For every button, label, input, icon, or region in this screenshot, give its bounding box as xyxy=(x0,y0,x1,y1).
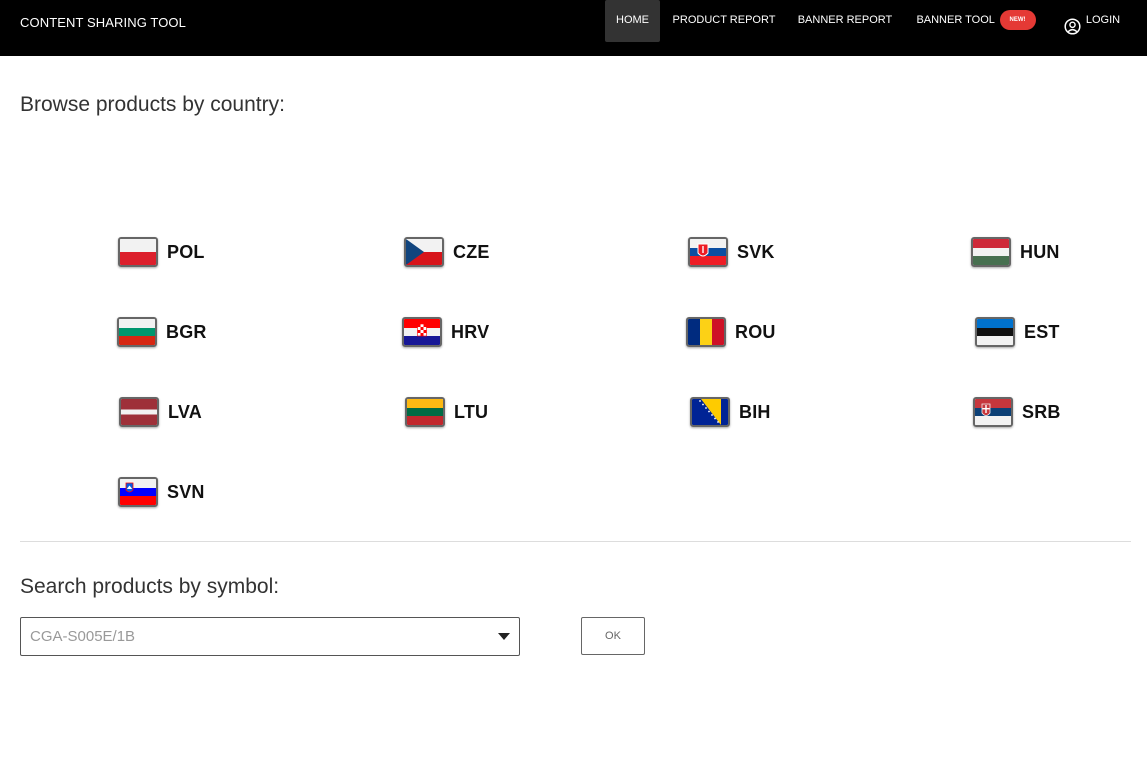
country-code: HUN xyxy=(1020,241,1060,262)
country-pol[interactable]: POL xyxy=(118,236,205,268)
slovakia-flag-icon xyxy=(688,237,728,267)
lithuania-flag-icon xyxy=(405,397,445,427)
slovenia-flag-icon xyxy=(118,477,158,507)
country-code: BGR xyxy=(166,321,207,342)
estonia-flag-icon xyxy=(975,317,1015,347)
nav-banner-tool[interactable]: BANNER TOOL NEW! xyxy=(914,0,1038,42)
czechia-flag-icon xyxy=(404,237,444,267)
symbol-select-value: CGA-S005E/1B xyxy=(30,628,136,645)
nav-banner-report[interactable]: BANNER REPORT xyxy=(795,0,895,42)
bosnia-flag-icon xyxy=(690,397,730,427)
latvia-flag-icon xyxy=(119,397,159,427)
nav-product-report[interactable]: PRODUCT REPORT xyxy=(670,0,778,42)
nav-banner-tool-label: BANNER TOOL xyxy=(916,14,995,26)
user-circle-icon xyxy=(1064,12,1081,35)
romania-flag-icon xyxy=(686,317,726,347)
app-title: CONTENT SHARING TOOL xyxy=(20,15,186,30)
country-code: SVN xyxy=(167,481,205,502)
country-hun[interactable]: HUN xyxy=(971,236,1060,268)
country-code: SVK xyxy=(737,241,775,262)
caret-down-icon xyxy=(498,633,510,640)
country-rou[interactable]: ROU xyxy=(686,316,776,348)
nav-login[interactable]: LOGIN xyxy=(1060,0,1124,42)
country-hrv[interactable]: HRV xyxy=(402,316,489,348)
top-navbar: CONTENT SHARING TOOL HOME PRODUCT REPORT… xyxy=(0,0,1147,56)
country-srb[interactable]: SRB xyxy=(973,396,1061,428)
nav-home[interactable]: HOME xyxy=(605,0,660,42)
bulgaria-flag-icon xyxy=(117,317,157,347)
country-code: POL xyxy=(167,241,205,262)
country-code: CZE xyxy=(453,241,490,262)
serbia-flag-icon xyxy=(973,397,1013,427)
country-code: LTU xyxy=(454,401,489,422)
country-bih[interactable]: BIH xyxy=(690,396,771,428)
new-badge: NEW! xyxy=(999,10,1036,31)
browse-heading: Browse products by country: xyxy=(20,93,285,116)
country-est[interactable]: EST xyxy=(975,316,1060,348)
hungary-flag-icon xyxy=(971,237,1011,267)
country-code: HRV xyxy=(451,321,490,342)
country-cze[interactable]: CZE xyxy=(404,236,490,268)
croatia-flag-icon xyxy=(402,317,442,347)
country-code: SRB xyxy=(1022,401,1061,422)
nav-home-label: HOME xyxy=(616,14,649,26)
country-code: LVA xyxy=(168,401,202,422)
country-ltu[interactable]: LTU xyxy=(405,396,488,428)
symbol-select[interactable]: CGA-S005E/1B xyxy=(20,617,520,656)
poland-flag-icon xyxy=(118,237,158,267)
nav-login-label: LOGIN xyxy=(1085,14,1121,26)
country-code: EST xyxy=(1024,321,1060,342)
country-code: BIH xyxy=(739,401,771,422)
country-svk[interactable]: SVK xyxy=(688,236,775,268)
country-code: ROU xyxy=(735,321,776,342)
nav-product-report-label: PRODUCT REPORT xyxy=(672,14,776,26)
country-lva[interactable]: LVA xyxy=(119,396,202,428)
section-divider xyxy=(20,541,1131,542)
search-heading: Search products by symbol: xyxy=(20,575,280,598)
country-bgr[interactable]: BGR xyxy=(117,316,207,348)
country-svn[interactable]: SVN xyxy=(118,476,205,508)
ok-button[interactable]: OK xyxy=(581,617,645,655)
nav-banner-report-label: BANNER REPORT xyxy=(797,14,893,26)
